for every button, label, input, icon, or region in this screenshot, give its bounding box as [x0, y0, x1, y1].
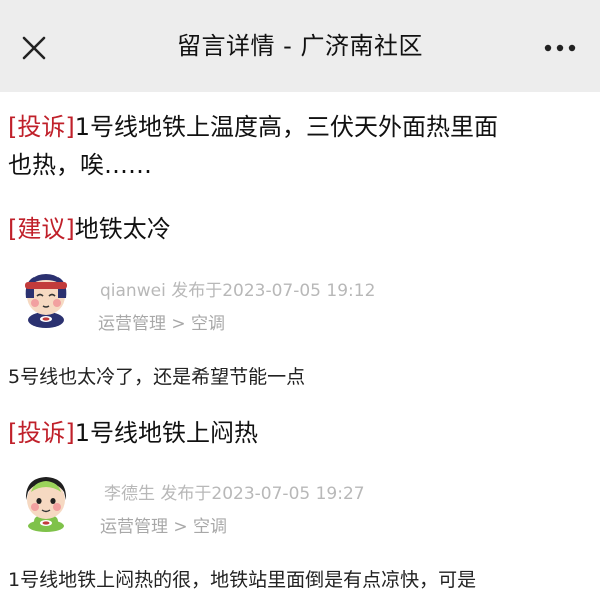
more-dots-icon [544, 44, 576, 52]
author-name[interactable]: qianwei [100, 281, 166, 301]
message-list[interactable]: [投诉]1号线地铁上温度高，三伏天外面热里面 也热，唉…… [建议]地铁太冷 q… [0, 92, 600, 600]
post-body: 1号线地铁上闷热的很，地铁站里面倒是有点凉快，可是 [8, 569, 477, 591]
posted-prefix: 发布于 [160, 484, 212, 504]
user-avatar-icon [25, 274, 67, 328]
post-category: 运营管理 > 空调 [100, 517, 228, 537]
avatar[interactable] [20, 268, 72, 328]
posted-time: 2023-07-05 19:12 [222, 281, 376, 301]
post-tag: [投诉] [8, 113, 75, 141]
avatar[interactable] [20, 472, 72, 532]
post-category: 运营管理 > 空调 [98, 314, 226, 334]
post-body: 5号线也太冷了，还是希望节能一点 [8, 366, 306, 388]
post-title[interactable]: [建议]地铁太冷 [8, 210, 594, 248]
post-title[interactable]: [投诉]1号线地铁上闷热 [8, 414, 594, 452]
close-icon [22, 36, 46, 60]
author-name[interactable]: 李德生 [104, 484, 155, 504]
post-tag: [投诉] [8, 419, 75, 447]
more-button[interactable] [540, 30, 580, 66]
posted-prefix: 发布于 [171, 281, 223, 301]
post-title-text: 1号线地铁上温度高，三伏天外面热里面 [74, 113, 499, 141]
page-title: 留言详情 - 广济南社区 [177, 32, 423, 60]
post-title-text: 1号线地铁上闷热 [74, 419, 259, 447]
post-tag: [建议] [8, 215, 75, 243]
user-avatar-icon [25, 477, 67, 532]
post-title[interactable]: [投诉]1号线地铁上温度高，三伏天外面热里面 也热，唉…… [8, 108, 594, 184]
post-title-text: 地铁太冷 [74, 215, 171, 243]
top-bar: 留言详情 - 广济南社区 [0, 0, 600, 92]
post-title-text-continued: 也热，唉…… [8, 151, 152, 179]
close-button[interactable] [14, 28, 54, 68]
post-meta: qianwei 发布于2023-07-05 19:12 [100, 276, 375, 301]
posted-time: 2023-07-05 19:27 [211, 484, 365, 504]
post-meta: 李德生 发布于2023-07-05 19:27 [104, 479, 365, 504]
